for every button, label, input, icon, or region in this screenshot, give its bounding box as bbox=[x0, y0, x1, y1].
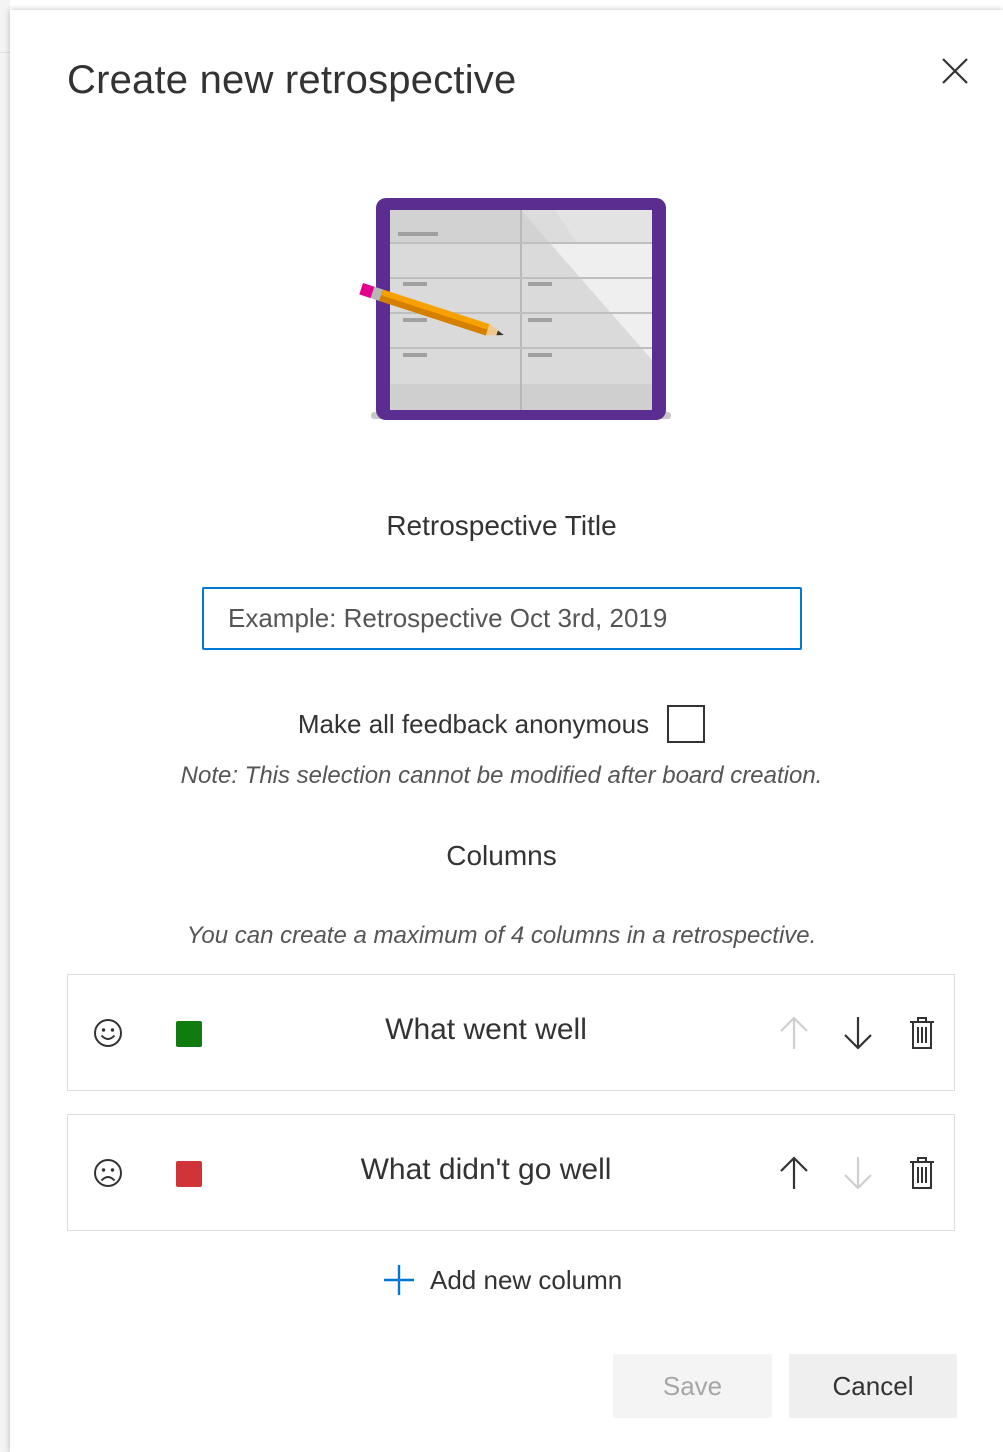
anonymous-note: Note: This selection cannot be modified … bbox=[180, 762, 823, 789]
arrow-down-icon bbox=[844, 1157, 872, 1190]
move-down-button[interactable] bbox=[838, 1013, 878, 1053]
move-down-button[interactable] bbox=[838, 1153, 878, 1193]
title-label: Retrospective Title bbox=[386, 510, 617, 541]
move-up-button[interactable] bbox=[774, 1013, 814, 1053]
column-color-swatch[interactable] bbox=[176, 1161, 202, 1187]
trash-icon bbox=[910, 1017, 934, 1049]
add-column-button[interactable]: Add new column bbox=[382, 1255, 622, 1305]
anonymous-label: Make all feedback anonymous bbox=[297, 708, 650, 739]
frown-icon[interactable] bbox=[90, 1155, 126, 1191]
anonymous-row: Make all feedback anonymous bbox=[0, 705, 1003, 743]
close-button[interactable] bbox=[934, 50, 976, 92]
columns-note: You can create a maximum of 4 columns in… bbox=[186, 922, 817, 949]
arrow-up-icon bbox=[780, 1016, 808, 1049]
cancel-button[interactable]: Cancel bbox=[789, 1354, 957, 1418]
delete-column-button[interactable] bbox=[902, 1013, 942, 1053]
title-input[interactable] bbox=[202, 587, 802, 650]
column-name[interactable]: What didn't go well bbox=[218, 1153, 754, 1187]
add-column-label: Add new column bbox=[430, 1264, 623, 1295]
column-card-what-went-well: What went well bbox=[67, 974, 955, 1091]
columns-heading: Columns bbox=[446, 840, 557, 871]
create-retrospective-dialog: Create new retrospective Retrospective T… bbox=[10, 10, 1003, 1452]
dialog-title: Create new retrospective bbox=[67, 58, 517, 102]
anonymous-checkbox[interactable] bbox=[667, 705, 706, 743]
plus-icon bbox=[384, 1265, 414, 1295]
smile-icon[interactable] bbox=[90, 1015, 126, 1051]
column-name[interactable]: What went well bbox=[218, 1013, 754, 1047]
save-button[interactable]: Save bbox=[613, 1354, 772, 1418]
move-up-button[interactable] bbox=[774, 1153, 814, 1193]
arrow-down-icon bbox=[844, 1017, 872, 1050]
delete-column-button[interactable] bbox=[902, 1153, 942, 1193]
arrow-up-icon bbox=[780, 1156, 808, 1189]
retrospective-board-illustration bbox=[359, 198, 671, 420]
column-card-what-didnt-go-well: What didn't go well bbox=[67, 1114, 955, 1231]
trash-icon bbox=[910, 1157, 934, 1189]
close-icon bbox=[942, 58, 968, 84]
column-color-swatch[interactable] bbox=[176, 1021, 202, 1047]
